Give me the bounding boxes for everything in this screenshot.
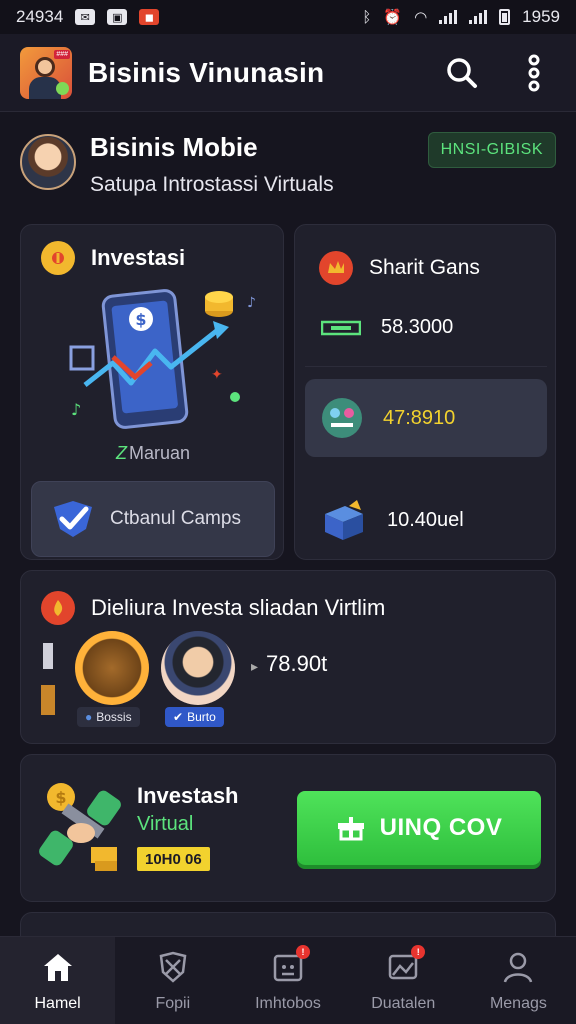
- app-bar: ### Bisinis Vinunasin: [0, 34, 576, 112]
- status-bar-right: ᛒ ⏰ ◠ 1959: [362, 7, 560, 27]
- nav-item-gallery[interactable]: ! Duatalen: [346, 937, 461, 1024]
- notification-badge: !: [411, 945, 426, 959]
- more-button[interactable]: [512, 51, 556, 95]
- chip-icon: [322, 398, 362, 438]
- share-value: 47:8910: [383, 406, 456, 429]
- bottom-nav: Hamel Fopii ! Imhtobos ! Duatalen Menags: [0, 936, 576, 1024]
- shares-card[interactable]: Sharit Gans 58.3000 47:8910 10.40uel: [294, 224, 556, 560]
- share-value: 10.40uel: [387, 508, 464, 531]
- notification-badge: !: [296, 945, 310, 959]
- home-icon: [40, 949, 76, 985]
- promo-action-button[interactable]: UINQ COV: [297, 791, 541, 865]
- shares-card-header: Sharit Gans: [319, 251, 480, 285]
- cash-icon: [321, 320, 361, 335]
- share-row[interactable]: 58.3000: [305, 289, 547, 367]
- promo-subtitle: Virtual: [137, 813, 194, 835]
- virtual-card-title: Dieliura Investa sliadan Virtlim: [91, 595, 386, 620]
- shop-icon: ◼: [139, 9, 160, 25]
- app-logo[interactable]: ###: [20, 46, 72, 99]
- calendar-icon: !: [270, 945, 310, 985]
- promo-card[interactable]: $ Investash Virtual 10H0 06 UINQ COV: [20, 754, 556, 902]
- alarm-icon: ⏰: [383, 9, 403, 26]
- virtual-amount-value: 78.90t: [266, 651, 328, 676]
- chip-dot-icon: ●: [85, 710, 93, 724]
- invest-card[interactable]: Investasi $ ♪ ♪ ✦ Z Maruan Ctbanul Camps: [20, 224, 284, 560]
- search-button[interactable]: [440, 51, 484, 95]
- virtual-amount: ▸ 78.90t: [251, 651, 327, 677]
- nav-item-home[interactable]: Hamel: [0, 937, 116, 1024]
- app-title: Bisinis Vinunasin: [88, 56, 325, 88]
- invest-card-header: Investasi: [41, 241, 185, 275]
- promo-tag: 10H0 06: [137, 847, 210, 871]
- invest-action-button[interactable]: Ctbanul Camps: [31, 481, 275, 557]
- investor-chip-label: Bossis: [96, 710, 132, 724]
- virtual-investors-card[interactable]: Dieliura Investa sliadan Virtlim ● Bossi…: [20, 570, 556, 744]
- shares-card-title: Sharit Gans: [369, 256, 480, 279]
- investor-chip[interactable]: ✔ Burto: [165, 707, 224, 727]
- arrow-right-icon: ▸: [251, 658, 259, 674]
- flame-icon: [41, 591, 75, 625]
- wifi-icon: ◠: [414, 9, 428, 26]
- check-icon: ✔: [173, 710, 184, 724]
- invest-action-label: Ctbanul Camps: [110, 508, 241, 529]
- dumbbell-coin-icon: $: [39, 783, 121, 871]
- more-icon: [528, 54, 540, 91]
- promo-title: Investash: [137, 783, 239, 808]
- nav-label: Menags: [489, 995, 547, 1012]
- share-row[interactable]: 10.40uel: [305, 481, 547, 559]
- nav-item-calendar[interactable]: ! Imhtobos: [230, 937, 345, 1024]
- message-icon: ✉: [75, 9, 96, 25]
- invest-caption: Z Maruan: [21, 443, 285, 464]
- signal-icon-2: [469, 10, 488, 24]
- status-bar-left: 24934 ✉ ▣ ◼: [16, 7, 160, 27]
- investor-chip[interactable]: ● Bossis: [77, 707, 140, 727]
- status-bar: 24934 ✉ ▣ ◼ ᛒ ⏰ ◠ 1959: [0, 0, 576, 34]
- invest-caption-text: Maruan: [128, 443, 191, 463]
- nav-label: Imhtobos: [255, 995, 321, 1012]
- nav-label: Hamel: [34, 995, 81, 1012]
- nav-item-profile[interactable]: Menags: [461, 937, 576, 1024]
- photo-icon: ▣: [107, 9, 128, 25]
- svg-text:$: $: [55, 788, 66, 807]
- signal-icon: [439, 10, 458, 24]
- phone-growth-icon: $ ♪ ♪ ✦: [69, 289, 256, 429]
- status-number: 24934: [16, 7, 64, 26]
- crown-icon: [319, 251, 353, 285]
- svg-text:✦: ✦: [211, 367, 223, 383]
- invest-card-title: Investasi: [91, 245, 186, 270]
- search-icon: [447, 57, 477, 88]
- gift-icon: [337, 817, 364, 841]
- nav-label: Fopii: [155, 995, 191, 1012]
- gallery-icon: !: [385, 945, 426, 985]
- share-value: 58.3000: [381, 316, 453, 339]
- profile-header: Bisinis Mobie Satupa Introstassi Virtual…: [20, 128, 556, 204]
- shield-check-icon: [54, 501, 92, 537]
- nav-label: Duatalen: [371, 995, 436, 1012]
- box-icon: [325, 500, 363, 540]
- shield-icon: [155, 949, 191, 985]
- virtual-card-header: Dieliura Investa sliadan Virtlim: [41, 591, 385, 625]
- battery-icon: [499, 9, 511, 25]
- person-icon: [500, 949, 536, 985]
- svg-text:♪: ♪: [71, 400, 81, 419]
- nav-item-portfolio[interactable]: Fopii: [115, 937, 230, 1024]
- avatar[interactable]: [20, 134, 76, 190]
- side-decoration-icon: [41, 643, 55, 715]
- invest-badge-icon: [41, 241, 75, 275]
- bluetooth-icon: ᛒ: [362, 8, 372, 26]
- promo-action-label: UINQ COV: [379, 814, 503, 841]
- share-row-highlighted[interactable]: 47:8910: [305, 379, 547, 457]
- invest-caption-prefix: Z: [115, 443, 127, 463]
- investor-chip-label: Burto: [187, 710, 216, 724]
- investor-avatar[interactable]: [161, 631, 235, 705]
- status-badge[interactable]: HNSI-GIBISK: [427, 132, 556, 168]
- svg-text:$: $: [135, 310, 146, 329]
- svg-text:♪: ♪: [247, 295, 256, 311]
- profile-subtitle: Satupa Introstassi Virtuals: [90, 173, 334, 196]
- status-time: 1959: [522, 7, 560, 26]
- investor-avatar[interactable]: [75, 631, 149, 705]
- share-value-text: 58.3000: [381, 316, 454, 338]
